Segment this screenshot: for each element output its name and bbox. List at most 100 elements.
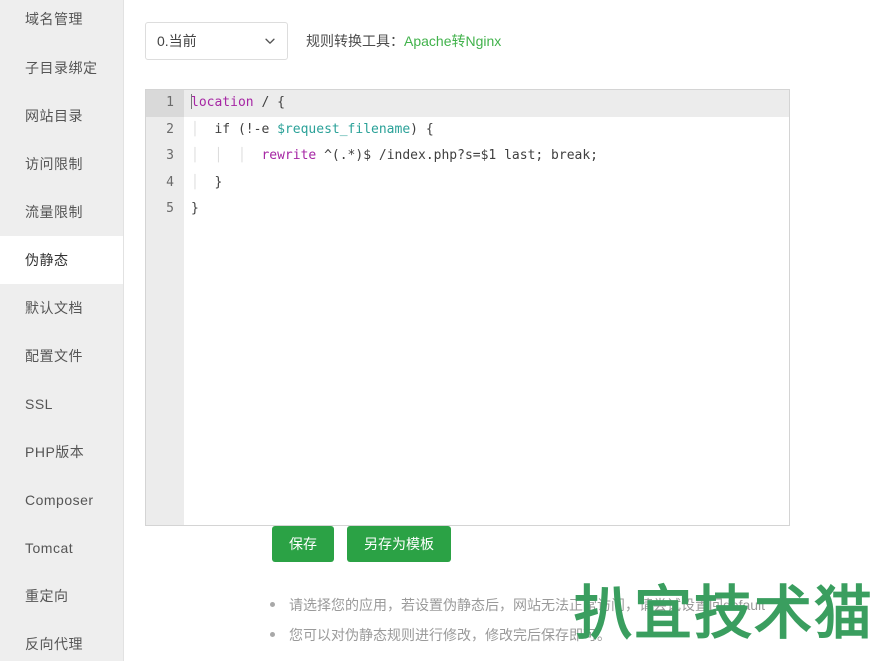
editor-token-keyword: location [191,95,254,110]
editor-line-number: 4 [146,169,184,197]
editor-empty-row: . [146,409,789,436]
editor-line-content: │ if (!-e $request_filename) { [184,117,789,144]
sidebar-item-label: 访问限制 [25,156,83,172]
editor-empty-row: . [146,382,789,410]
sidebar-item-label: 反向代理 [25,636,83,652]
editor-empty-content [184,462,789,489]
editor-gutter-filler: . [146,462,184,489]
editor-empty-row: . [146,276,789,303]
rule-converter-label: 规则转换工具：Apache转Nginx [306,31,501,51]
sidebar-item-site-directory[interactable]: 网站目录 [0,92,123,140]
main-panel: 0.当前 规则转换工具：Apache转Nginx 1 location / { … [124,0,880,661]
editor-empty-row: . [146,488,789,516]
editor-line[interactable]: 3 │ │ │ rewrite ^(.*)$ /index.php?s=$1 l… [146,143,789,170]
rule-converter-text: 规则转换工具： [306,33,404,49]
editor-line-content: │ } [184,170,789,197]
hints-list: 请选择您的应用，若设置伪静态后，网站无法正常访问，请尝试设置回default 您… [270,590,880,650]
editor-gutter-filler: . [146,222,184,250]
editor-empty-content [184,329,789,356]
sidebar-item-tomcat[interactable]: Tomcat [0,524,123,572]
editor-line[interactable]: 1 location / { [146,90,789,117]
page-root: 域名管理 子目录绑定 网站目录 访问限制 流量限制 伪静态 默认文档 配置文件 … [0,0,880,661]
sidebar-item-label: SSL [25,396,53,412]
sidebar-item-label: 域名管理 [25,11,83,27]
editor-empty-row: . [146,462,789,489]
indent-guide: │ [237,148,246,164]
indent-guide: │ [191,174,199,190]
editor-empty-content [184,489,789,516]
editor-empty-content [184,356,789,383]
editor-token-text: ^(.*)$ /index.php?s=$1 last; break; [316,148,599,164]
editor-gutter-filler: . [146,329,184,356]
editor-line-number: 2 [146,116,184,144]
editor-empty-content [184,383,789,410]
sidebar: 域名管理 子目录绑定 网站目录 访问限制 流量限制 伪静态 默认文档 配置文件 … [0,0,124,661]
sidebar-item-traffic-limit[interactable]: 流量限制 [0,188,123,236]
apache-to-nginx-link[interactable]: Apache转Nginx [404,33,501,49]
editor-empty-content [184,303,789,330]
sidebar-item-label: 默认文档 [25,300,83,316]
sidebar-item-label: 子目录绑定 [25,60,98,76]
rule-preset-select-value: 0.当前 [157,33,197,49]
editor-token-text: } [214,174,223,190]
pseudo-static-code-editor[interactable]: 1 location / { 2 │ if (!-e $request_file… [145,89,790,526]
editor-gutter-filler: . [146,382,184,410]
editor-token-text: } [191,201,199,217]
editor-line-content: │ │ │ rewrite ^(.*)$ /index.php?s=$1 las… [184,143,789,170]
sidebar-item-label: 配置文件 [25,348,83,364]
sidebar-item-default-document[interactable]: 默认文档 [0,284,123,332]
list-item: 您可以对伪静态规则进行修改，修改完后保存即可。 [270,620,880,650]
editor-line-content: } [184,196,789,223]
bullet-icon [270,602,275,607]
sidebar-item-pseudo-static[interactable]: 伪静态 [0,236,123,284]
sidebar-item-label: PHP版本 [25,444,85,460]
editor-empty-content [184,276,789,303]
indent-guide: │ [191,148,199,164]
editor-token-variable: $request_filename [277,121,411,137]
sidebar-item-php-version[interactable]: PHP版本 [0,428,123,476]
editor-line[interactable]: 2 │ if (!-e $request_filename) { [146,116,789,144]
sidebar-item-label: 流量限制 [25,204,83,220]
editor-gutter-filler: . [146,409,184,436]
sidebar-item-label: Tomcat [25,540,74,556]
editor-empty-content [184,409,789,436]
editor-empty-row: . [146,515,789,526]
sidebar-item-domain-manage[interactable]: 域名管理 [0,0,123,44]
editor-empty-content [184,436,789,463]
sidebar-item-config-file[interactable]: 配置文件 [0,332,123,380]
sidebar-item-subdirectory-binding[interactable]: 子目录绑定 [0,44,123,92]
sidebar-item-label: 网站目录 [25,108,83,124]
editor-gutter-filler: . [146,355,184,383]
rule-preset-select[interactable]: 0.当前 [145,22,288,60]
sidebar-item-reverse-proxy[interactable]: 反向代理 [0,620,123,661]
save-as-template-button[interactable]: 另存为模板 [347,526,451,562]
editor-gutter-filler: . [146,435,184,463]
editor-line[interactable]: 5 } [146,196,789,223]
editor-gutter-filler: . [146,515,184,525]
sidebar-item-label: 伪静态 [25,252,69,268]
editor-gutter-filler: . [146,302,184,330]
editor-empty-content [184,516,789,526]
editor-empty-row: . [146,249,789,277]
editor-empty-row: . [146,435,789,463]
editor-line[interactable]: 4 │ } [146,169,789,197]
editor-line-number: 1 [146,90,184,117]
toolbar: 0.当前 规则转换工具：Apache转Nginx [124,0,880,60]
sidebar-item-redirect[interactable]: 重定向 [0,572,123,620]
editor-empty-row: . [146,302,789,330]
sidebar-item-composer[interactable]: Composer [0,476,123,524]
editor-token-text: ) { [410,121,434,137]
sidebar-item-label: Composer [25,492,94,508]
sidebar-item-ssl[interactable]: SSL [0,380,123,428]
editor-empty-content [184,223,789,250]
indent-guide: │ [214,148,223,164]
sidebar-item-label: 重定向 [25,588,69,604]
save-button[interactable]: 保存 [272,526,334,562]
hint-text: 请选择您的应用，若设置伪静态后，网站无法正常访问，请尝试设置回default [289,597,766,613]
editor-gutter-filler: . [146,249,184,277]
indent-guide: │ [191,121,199,137]
hint-text: 您可以对伪静态规则进行修改，修改完后保存即可。 [289,627,611,643]
editor-gutter-filler: . [146,276,184,303]
editor-empty-row: . [146,222,789,250]
sidebar-item-access-restriction[interactable]: 访问限制 [0,140,123,188]
